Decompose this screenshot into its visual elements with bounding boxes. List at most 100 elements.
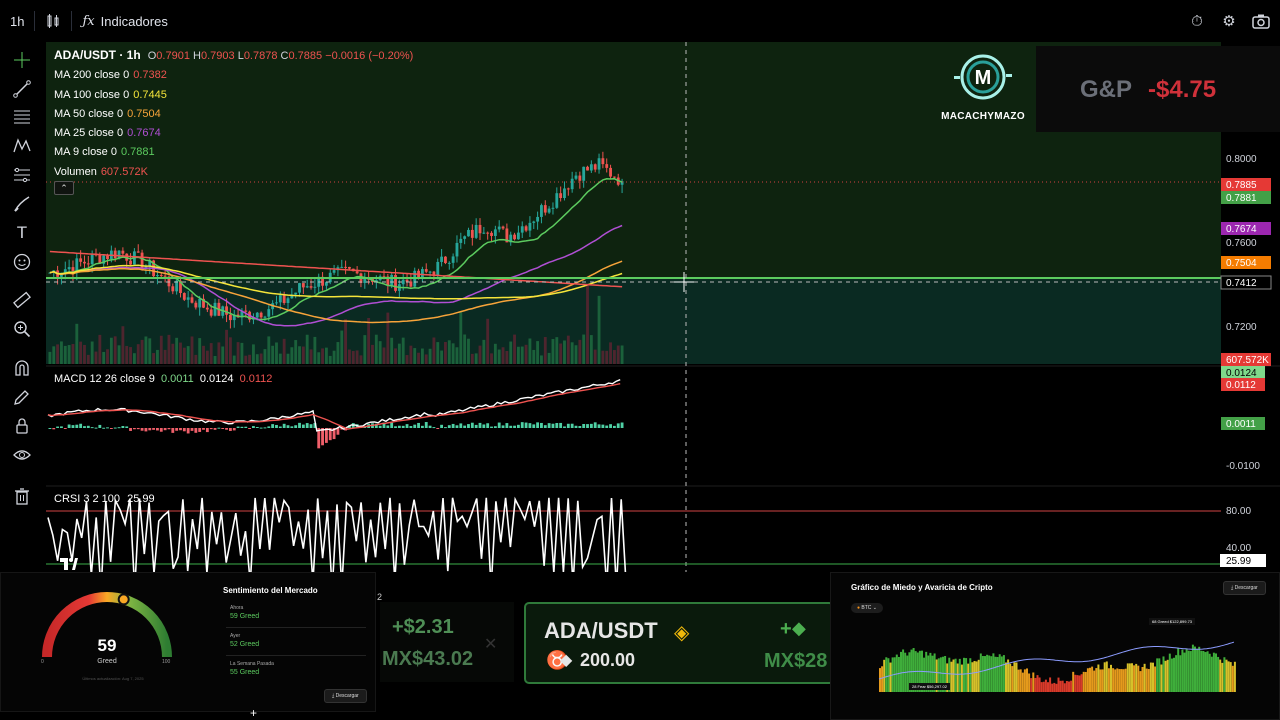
fg-bar: [1099, 669, 1102, 692]
macd-histogram-bar: [409, 426, 413, 428]
candle-body: [478, 224, 482, 234]
sentiment-download-button[interactable]: ⤓ Descargar: [324, 689, 367, 703]
macd-histogram-bar: [401, 425, 405, 428]
fg-annotation-top: 68 Greed $122,899.73: [1149, 618, 1196, 625]
fg-bar: [1139, 671, 1142, 692]
fg-bar: [979, 653, 982, 692]
alert-clock-icon[interactable]: ⏱: [1186, 10, 1208, 32]
legend-row[interactable]: MA 50 close 0 0.7504: [54, 105, 413, 124]
candle-body: [263, 316, 267, 318]
trash-icon[interactable]: [10, 484, 34, 508]
crsi-title-row[interactable]: CRSI 3 2 100 25.99: [54, 493, 155, 505]
pattern-icon[interactable]: [10, 134, 34, 158]
macd-histogram-bar: [167, 428, 171, 430]
volume-bar: [63, 345, 67, 364]
candle-body: [225, 306, 228, 315]
volume-bar: [601, 350, 605, 364]
macd-histogram-bar: [190, 428, 194, 431]
fear-greed-card: Gráfico de Miedo y Avaricia de Cripto ● …: [830, 572, 1280, 720]
magnet-icon[interactable]: [10, 356, 34, 380]
legend-row[interactable]: MA 25 close 0 0.7674: [54, 124, 413, 143]
ruler-icon[interactable]: [10, 288, 34, 312]
pencil-lock-icon[interactable]: [10, 385, 34, 409]
candle-body: [159, 275, 163, 277]
text-icon[interactable]: T: [10, 221, 34, 245]
volume-bar: [451, 343, 455, 364]
fg-bar: [1013, 662, 1016, 692]
diamond-icon: ◆: [560, 652, 573, 669]
indicators-button[interactable]: ƒx Indicadores: [72, 0, 177, 42]
candle-body: [182, 293, 186, 300]
macd-title-row[interactable]: MACD 12 26 close 9 0.0011 0.0124 0.0112: [54, 373, 272, 385]
candle-body: [298, 283, 301, 293]
coin-selector[interactable]: ● BTC ⌄: [851, 603, 884, 613]
volume-bar: [117, 345, 121, 364]
macd-histogram-bar: [505, 423, 509, 428]
macd-histogram-bar: [394, 426, 397, 428]
fg-bar: [1217, 656, 1220, 692]
brush-icon[interactable]: [10, 192, 34, 216]
fg-bar: [1065, 680, 1068, 692]
crosshair-icon[interactable]: [10, 48, 34, 72]
camera-icon[interactable]: [1250, 10, 1272, 32]
volume-bar: [132, 353, 136, 364]
interval-button[interactable]: 1h: [0, 0, 34, 42]
fg-bar: [1095, 668, 1098, 692]
collapse-legend-button[interactable]: ⌃: [54, 181, 74, 195]
volume-bar: [309, 349, 313, 364]
gear-icon[interactable]: ⚙: [1218, 10, 1240, 32]
macd-histogram-bar: [67, 424, 71, 428]
macd-histogram-bar: [282, 423, 286, 428]
fg-bar: [1030, 678, 1033, 692]
macd-signal-line: [47, 383, 621, 430]
fg-bar: [1112, 668, 1115, 692]
macd-histogram-bar: [470, 422, 474, 428]
ticker-card-main[interactable]: ADA/USDT ◈ ♉ ◆ 200.00 + ◆ MX$28: [524, 602, 830, 684]
fg-bar: [952, 659, 955, 692]
macd-histogram-bar: [424, 422, 428, 428]
volume-bar: [248, 354, 252, 364]
fear-greed-download-button[interactable]: ⤓ Descargar: [1223, 581, 1266, 595]
volume-bar: [163, 349, 167, 364]
volume-bar: [213, 355, 217, 364]
legend-row[interactable]: MA 200 close 0 0.7382: [54, 66, 413, 85]
macd-histogram-bar: [509, 425, 513, 428]
eye-icon[interactable]: [10, 443, 34, 467]
macd-histogram-bar: [213, 428, 217, 430]
ticker-next-mxn: MX$28: [764, 650, 828, 672]
macd-histogram-bar: [86, 425, 90, 428]
lock-icon[interactable]: [10, 414, 34, 438]
legend-row[interactable]: Volumen 607.572K: [54, 163, 413, 182]
prediction-icon[interactable]: [10, 163, 34, 187]
volume-bar: [528, 338, 532, 364]
volume-bar: [232, 355, 236, 364]
fg-bar: [1047, 682, 1049, 692]
divider: [226, 655, 366, 656]
divider: [226, 627, 366, 628]
candle-body: [490, 232, 493, 236]
legend-row[interactable]: MA 9 close 0 0.7881: [54, 143, 413, 162]
trendline-icon[interactable]: [10, 77, 34, 101]
volume-bar: [321, 348, 324, 364]
crsi-line: [47, 496, 627, 591]
chart-type-button[interactable]: [35, 0, 71, 42]
volume-bar: [140, 339, 144, 364]
diamond-icon: ◆: [792, 618, 806, 638]
macd-histogram-bar: [612, 425, 616, 428]
emoji-icon[interactable]: [10, 250, 34, 274]
fib-lines-icon[interactable]: [10, 105, 34, 129]
volume-bar: [540, 355, 543, 364]
macd-histogram-bar: [397, 425, 401, 428]
volume-bar: [359, 355, 363, 364]
legend-row[interactable]: MA 100 close 0 0.7445: [54, 86, 413, 105]
symbol-row[interactable]: ADA/USDT · 1h O0.7901 H0.7903 L0.7878 C0…: [54, 46, 413, 66]
volume-bar: [159, 335, 163, 364]
macd-histogram-bar: [179, 428, 182, 431]
macd-histogram-bar: [574, 425, 578, 428]
volume-bar: [470, 353, 474, 364]
candle-body: [267, 309, 271, 317]
candle-body: [209, 309, 213, 316]
fear-greed-title: Gráfico de Miedo y Avaricia de Cripto: [851, 583, 993, 592]
volume-bar: [244, 355, 248, 364]
zoom-icon[interactable]: [10, 317, 34, 341]
